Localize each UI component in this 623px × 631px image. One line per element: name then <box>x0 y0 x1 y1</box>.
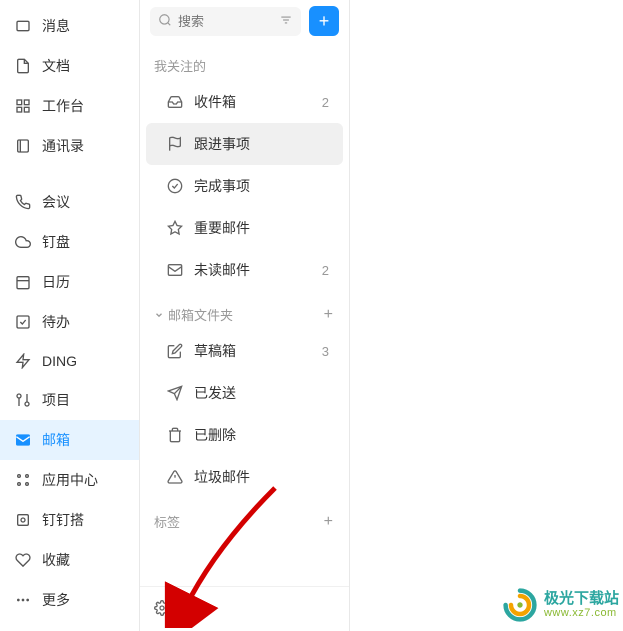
nav-todo[interactable]: 待办 <box>0 302 139 342</box>
nav-label: 收藏 <box>42 550 70 570</box>
folder-label: 已发送 <box>194 383 329 403</box>
folder-spam[interactable]: 垃圾邮件 <box>146 456 343 498</box>
nav-workspace[interactable]: 工作台 <box>0 86 139 126</box>
nav-favorites[interactable]: 收藏 <box>0 540 139 580</box>
nav-more[interactable]: 更多 <box>0 580 139 620</box>
message-icon <box>14 17 32 35</box>
section-label: 邮箱文件夹 <box>168 305 322 324</box>
apps-icon <box>14 471 32 489</box>
search-input[interactable] <box>178 14 273 29</box>
folder-count: 2 <box>322 95 329 110</box>
trash-icon <box>166 426 184 444</box>
contacts-icon <box>14 137 32 155</box>
nav-label: 应用中心 <box>42 470 98 490</box>
cloud-icon <box>14 233 32 251</box>
section-label: 标签 <box>154 512 322 531</box>
nav-label: 钉盘 <box>42 232 70 252</box>
search-icon <box>158 13 172 30</box>
check-circle-icon <box>166 177 184 195</box>
section-following[interactable]: 我关注的 <box>140 42 349 81</box>
calendar-icon <box>14 273 32 291</box>
nav-label: 邮箱 <box>42 430 70 450</box>
folder-label: 草稿箱 <box>194 341 322 361</box>
settings-label: 设置 <box>178 599 206 619</box>
flag-icon <box>166 135 184 153</box>
nav-meetings[interactable]: 会议 <box>0 182 139 222</box>
section-tags[interactable]: 标签 + <box>140 498 349 537</box>
nav-label: 通讯录 <box>42 136 84 156</box>
bolt-icon <box>14 352 32 370</box>
star-icon <box>166 219 184 237</box>
folder-count: 3 <box>322 344 329 359</box>
mail-icon <box>14 431 32 449</box>
folder-label: 已删除 <box>194 425 329 445</box>
nav-drive[interactable]: 钉盘 <box>0 222 139 262</box>
document-icon <box>14 57 32 75</box>
nav-label: 更多 <box>42 590 70 610</box>
folder-label: 重要邮件 <box>194 218 329 238</box>
envelope-icon <box>166 261 184 279</box>
folder-label: 未读邮件 <box>194 260 322 280</box>
settings-button[interactable]: 设置 <box>140 586 349 631</box>
folder-followup[interactable]: 跟进事项 <box>146 123 343 165</box>
nav-label: 项目 <box>42 390 70 410</box>
folder-drafts[interactable]: 草稿箱 3 <box>146 330 343 372</box>
gear-icon <box>154 600 170 619</box>
plus-icon: + <box>319 11 330 32</box>
compose-button[interactable]: + <box>309 6 339 36</box>
folder-inbox[interactable]: 收件箱 2 <box>146 81 343 123</box>
nav-label: 日历 <box>42 272 70 292</box>
nav-label: 钉钉搭 <box>42 510 84 530</box>
nav-label: DING <box>42 353 77 369</box>
nav-projects[interactable]: 项目 <box>0 380 139 420</box>
grid-icon <box>14 97 32 115</box>
edit-icon <box>166 342 184 360</box>
add-folder-button[interactable]: + <box>322 306 335 324</box>
phone-icon <box>14 193 32 211</box>
folder-sent[interactable]: 已发送 <box>146 372 343 414</box>
content-area <box>350 0 623 631</box>
nav-appcenter[interactable]: 应用中心 <box>0 460 139 500</box>
project-icon <box>14 391 32 409</box>
check-icon <box>14 313 32 331</box>
more-icon <box>14 591 32 609</box>
folder-label: 垃圾邮件 <box>194 467 329 487</box>
folder-label: 完成事项 <box>194 176 329 196</box>
search-box[interactable] <box>150 7 301 36</box>
nav-calendar[interactable]: 日历 <box>0 262 139 302</box>
nav-ding[interactable]: DING <box>0 342 139 380</box>
nav-contacts[interactable]: 通讯录 <box>0 126 139 166</box>
nav-documents[interactable]: 文档 <box>0 46 139 86</box>
section-folders[interactable]: 邮箱文件夹 + <box>140 291 349 330</box>
folder-unread[interactable]: 未读邮件 2 <box>146 249 343 291</box>
folder-count: 2 <box>322 263 329 278</box>
folder-trash[interactable]: 已删除 <box>146 414 343 456</box>
chevron-down-icon <box>154 310 164 320</box>
nav-label: 文档 <box>42 56 70 76</box>
nav-mail[interactable]: 邮箱 <box>0 420 139 460</box>
section-label: 我关注的 <box>154 56 335 75</box>
folder-label: 跟进事项 <box>194 134 329 154</box>
nav-label: 工作台 <box>42 96 84 116</box>
nav-label: 消息 <box>42 16 70 36</box>
add-tag-button[interactable]: + <box>322 513 335 531</box>
folder-label: 收件箱 <box>194 92 322 112</box>
inbox-icon <box>166 93 184 111</box>
send-icon <box>166 384 184 402</box>
plugin-icon <box>14 511 32 529</box>
alert-icon <box>166 468 184 486</box>
nav-dingdingda[interactable]: 钉钉搭 <box>0 500 139 540</box>
nav-label: 会议 <box>42 192 70 212</box>
folder-important[interactable]: 重要邮件 <box>146 207 343 249</box>
filter-icon[interactable] <box>279 13 293 30</box>
folder-done[interactable]: 完成事项 <box>146 165 343 207</box>
heart-icon <box>14 551 32 569</box>
nav-messages[interactable]: 消息 <box>0 6 139 46</box>
nav-label: 待办 <box>42 312 70 332</box>
